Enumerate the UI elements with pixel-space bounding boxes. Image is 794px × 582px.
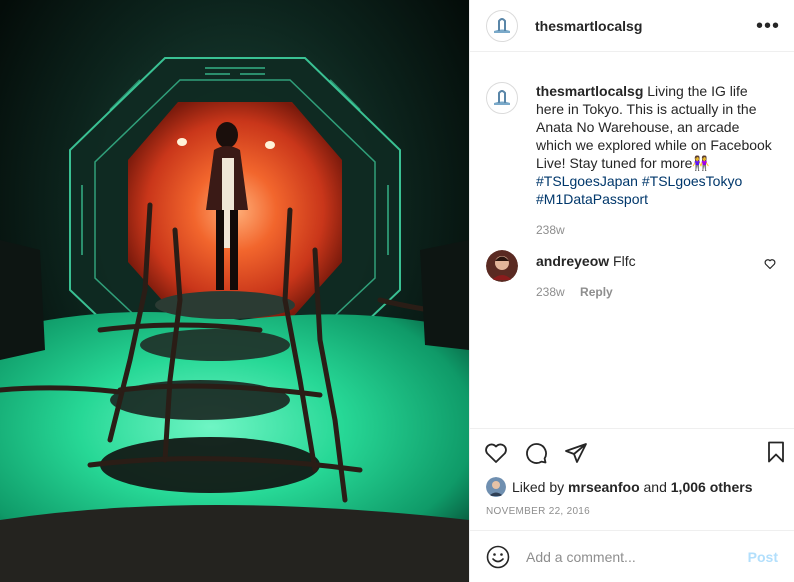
comment-age[interactable]: 238w [536, 285, 565, 299]
caption-avatar[interactable] [486, 82, 518, 114]
hashtag-link[interactable]: #M1DataPassport [536, 191, 648, 207]
reply-button[interactable]: Reply [580, 285, 613, 299]
caption-body: thesmartlocalsg Living the IG life here … [536, 82, 778, 237]
comment-heart-icon[interactable] [764, 258, 776, 270]
comment-text-block: andreyeow Flfc [536, 250, 778, 270]
comments-section: thesmartlocalsg Living the IG life here … [470, 52, 794, 428]
likes-others[interactable]: 1,006 others [671, 479, 753, 495]
comment-body: andreyeow Flfc 238w Reply [536, 250, 778, 299]
comment-bubble-icon[interactable] [524, 441, 548, 465]
instagram-post: thesmartlocalsg ••• thesmartlocalsg Livi… [0, 0, 794, 582]
comment-username[interactable]: andreyeow [536, 253, 609, 269]
likes-text: Liked by mrseanfoo and 1,006 others [512, 479, 752, 495]
add-comment-bar: Post [470, 530, 794, 582]
heart-icon[interactable] [484, 441, 508, 465]
liker-photo [486, 477, 506, 497]
author-avatar[interactable] [486, 9, 518, 42]
action-bar [470, 428, 794, 476]
post-side-panel: thesmartlocalsg ••• thesmartlocalsg Livi… [469, 0, 794, 582]
author-username[interactable]: thesmartlocalsg [535, 18, 642, 34]
caption-username[interactable]: thesmartlocalsg [536, 83, 643, 99]
commenter-avatar[interactable] [486, 250, 518, 282]
likes-row: Liked by mrseanfoo and 1,006 others [470, 476, 794, 498]
post-header: thesmartlocalsg ••• [470, 0, 794, 52]
post-date[interactable]: NOVEMBER 22, 2016 [470, 506, 794, 530]
comment-text: Flfc [613, 253, 636, 269]
smiley-icon[interactable] [486, 545, 510, 569]
comment-item: andreyeow Flfc 238w Reply [486, 250, 778, 299]
post-photo[interactable] [0, 0, 469, 582]
hashtag-link[interactable]: #TSLgoesTokyo [642, 173, 742, 189]
caption-emoji: 👭 [692, 155, 710, 171]
commenter-photo [486, 250, 518, 282]
caption: thesmartlocalsg Living the IG life here … [486, 82, 778, 237]
more-options-icon[interactable]: ••• [756, 16, 780, 36]
hashtag-link[interactable]: #TSLgoesJapan [536, 173, 638, 189]
author-logo-icon [488, 11, 516, 40]
comment-meta: 238w Reply [536, 285, 778, 299]
comment-input[interactable] [526, 548, 748, 565]
liked-by-prefix: Liked by [512, 479, 565, 495]
caption-text-block: thesmartlocalsg Living the IG life here … [536, 82, 778, 208]
caption-age[interactable]: 238w [536, 223, 565, 237]
bookmark-icon[interactable] [764, 440, 788, 464]
author-logo-icon [488, 84, 516, 112]
paper-plane-icon[interactable] [564, 441, 588, 465]
caption-meta: 238w [536, 223, 778, 237]
photo-illustration [0, 0, 469, 582]
likes-connector: and [643, 479, 667, 495]
post-comment-button[interactable]: Post [748, 549, 778, 565]
liker-avatar[interactable] [486, 477, 506, 497]
liker-username[interactable]: mrseanfoo [568, 479, 640, 495]
